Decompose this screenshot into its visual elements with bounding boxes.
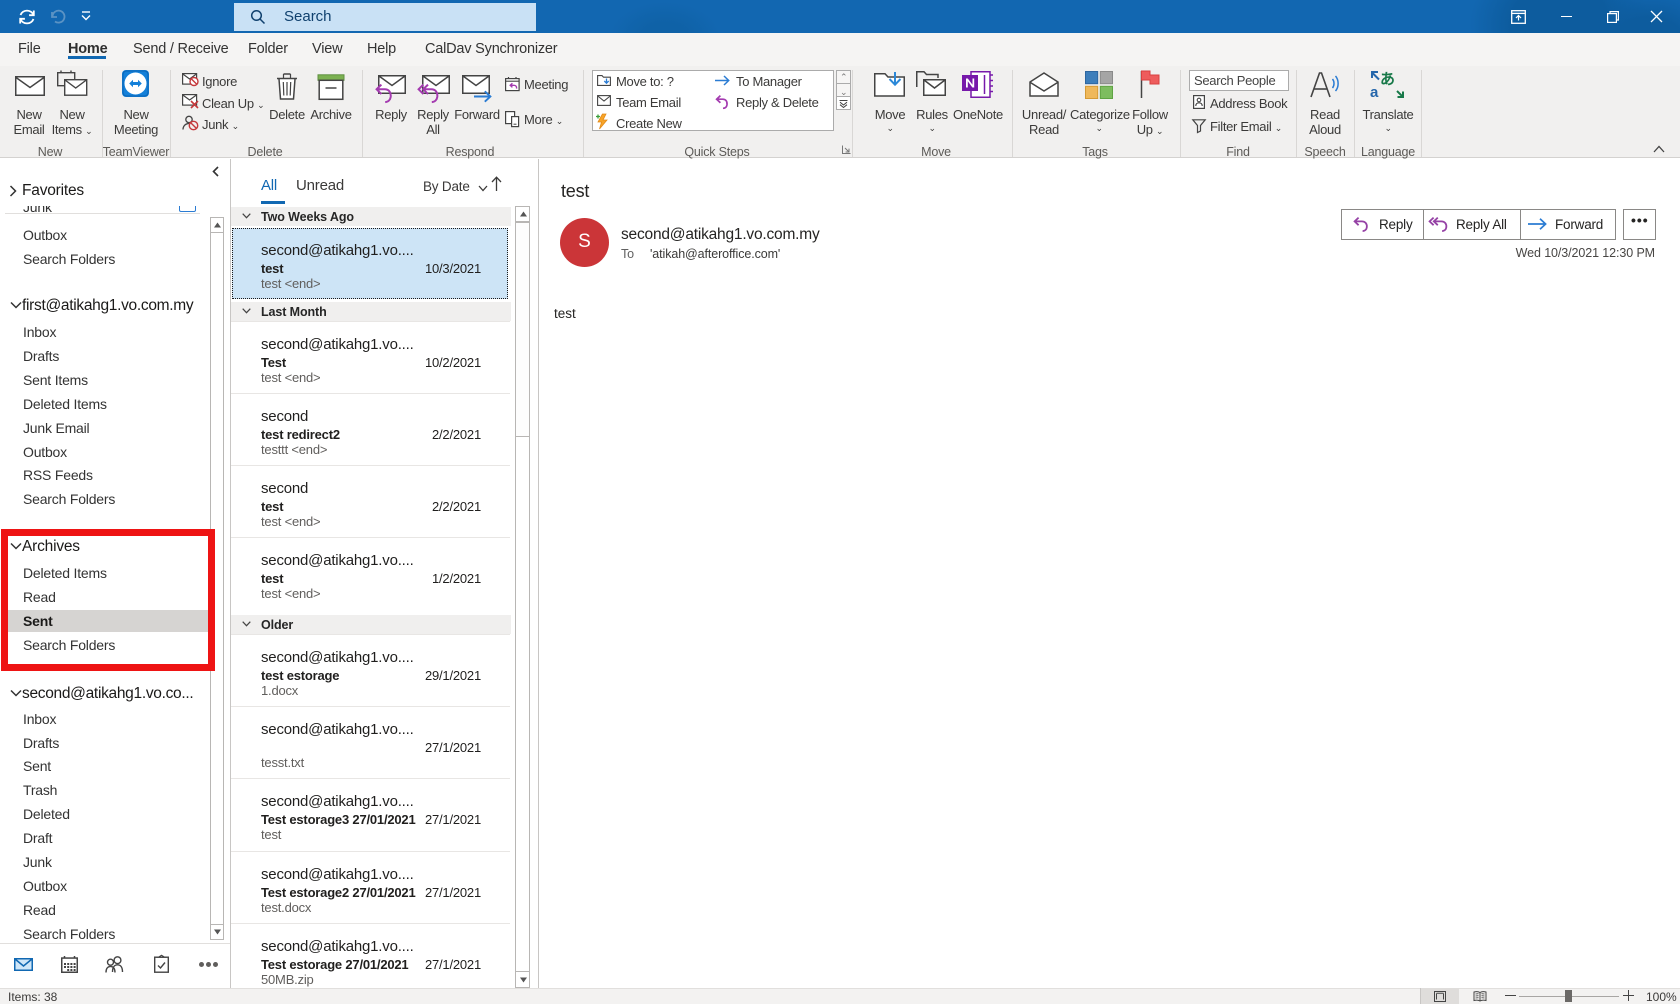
svg-text:a: a: [1370, 84, 1379, 101]
svg-text:あ: あ: [1380, 71, 1395, 88]
